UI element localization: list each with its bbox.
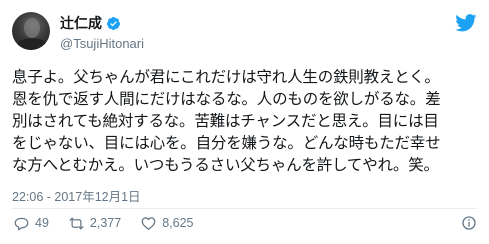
- like-button[interactable]: 8,625: [141, 216, 193, 231]
- avatar[interactable]: [12, 12, 50, 50]
- info-icon[interactable]: [461, 215, 477, 231]
- embedded-tweet-card: 辻仁成 @TsujiHitonari 息子よ。父ちゃんが君にこれだけは守れ人生の…: [0, 0, 489, 244]
- action-bar: 49 2,377 8,625: [14, 214, 477, 232]
- tweet-text: 息子よ。父ちゃんが君にこれだけは守れ人生の鉄則教えとく。 恩を仇で返す人間にだけ…: [12, 68, 441, 174]
- reply-icon: [14, 217, 29, 230]
- reply-count: 49: [35, 216, 49, 230]
- verified-badge-icon: [106, 16, 121, 30]
- author-handle[interactable]: @TsujiHitonari: [60, 36, 144, 51]
- retweet-count: 2,377: [89, 216, 122, 230]
- retweet-icon: [69, 217, 84, 229]
- tweet-header: 辻仁成 @TsujiHitonari: [12, 12, 477, 56]
- display-name-row: 辻仁成: [60, 14, 144, 32]
- author-info: 辻仁成 @TsujiHitonari: [60, 14, 144, 51]
- divider: [12, 208, 477, 209]
- twitter-bird-icon[interactable]: [455, 14, 477, 32]
- heart-icon: [141, 216, 156, 230]
- avatar-face: [24, 18, 40, 38]
- tweet-timestamp[interactable]: 22:06 - 2017年12月1日: [12, 186, 141, 205]
- avatar-body: [16, 38, 48, 50]
- display-name[interactable]: 辻仁成: [60, 13, 102, 33]
- retweet-button[interactable]: 2,377: [69, 216, 121, 231]
- reply-button[interactable]: 49: [14, 216, 49, 231]
- like-count: 8,625: [162, 216, 194, 230]
